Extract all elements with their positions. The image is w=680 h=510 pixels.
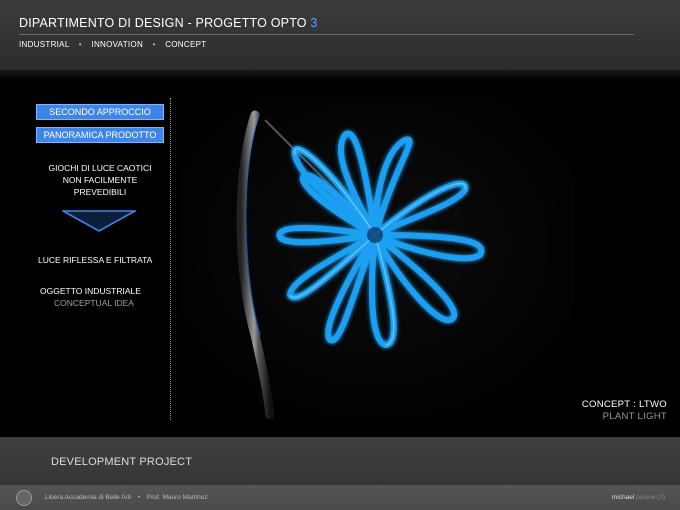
title-main: DIPARTIMENTO DI DESIGN - PROGETTO OPTO <box>19 16 307 30</box>
concept-title: CONCEPT : LTWO <box>581 399 667 410</box>
concept-subtitle: PLANT LIGHT <box>602 411 667 422</box>
development-label: DEVELOPMENT PROJECT <box>51 456 193 468</box>
professor-name: Prof. Mauro Martinuz <box>146 494 208 501</box>
page-title: DIPARTIMENTO DI DESIGN - PROGETTO OPTO 3 <box>19 16 318 30</box>
header-shadow <box>0 70 680 80</box>
nav-industrial[interactable]: INDUSTRIAL <box>19 40 69 49</box>
author-first: michael <box>611 494 635 501</box>
product-photo <box>180 95 575 425</box>
title-number: 3 <box>310 16 318 30</box>
nav-innovation[interactable]: INNOVATION <box>91 40 143 49</box>
conceptual-text: CONCEPTUAL IDEA <box>54 298 134 308</box>
academy-logo <box>16 490 32 506</box>
title-divider <box>19 34 634 35</box>
giochi-line-1: GIOCHI DI LUCE CAOTICI <box>48 163 152 173</box>
header-bar <box>0 0 680 70</box>
secondo-approccio-button[interactable]: SECONDO APPROCCIO <box>36 104 164 120</box>
breadcrumb: INDUSTRIAL • INNOVATION • CONCEPT <box>19 40 206 49</box>
author-second: pisone (2) <box>636 494 665 501</box>
down-triangle-icon <box>62 210 136 232</box>
vertical-divider <box>170 98 171 420</box>
footer-author: michael pisone (2) <box>612 494 665 501</box>
nav-separator: • <box>152 40 156 49</box>
giochi-text: GIOCHI DI LUCE CAOTICI NON FACILMENTE PR… <box>30 162 170 198</box>
oggetto-text: OGGETTO INDUSTRIALE <box>40 286 141 296</box>
panoramica-prodotto-button[interactable]: PANORAMICA PRODOTTO <box>36 127 164 143</box>
academy-name: Libera Accademia di Belle Arti <box>45 494 131 501</box>
giochi-line-2: NON FACILMENTE <box>62 175 138 185</box>
giochi-line-3: PREVEDIBILI <box>73 187 127 197</box>
footer-credits: Libera Accademia di Belle Arti • Prof. M… <box>45 494 208 501</box>
nav-separator: • <box>78 40 82 49</box>
luce-text: LUCE RIFLESSA E FILTRATA <box>38 255 153 265</box>
nav-concept[interactable]: CONCEPT <box>165 40 206 49</box>
footer-separator: • <box>137 494 141 501</box>
